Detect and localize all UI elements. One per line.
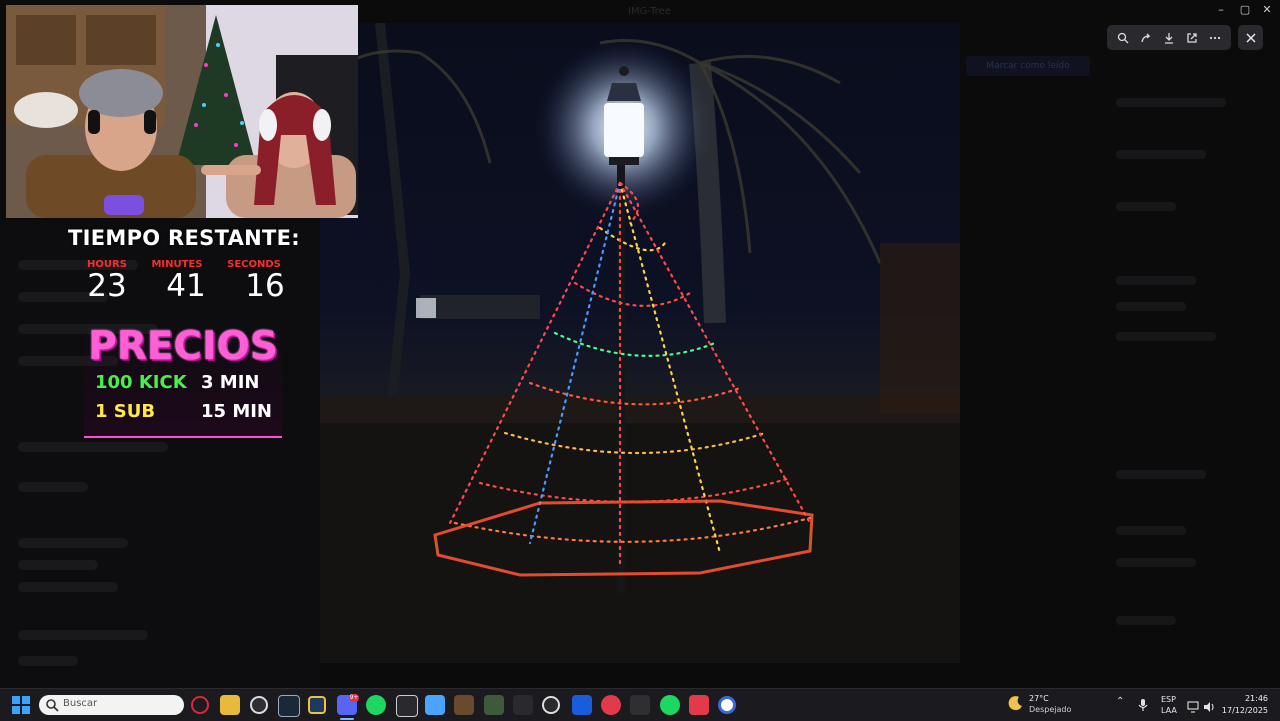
zoom-icon[interactable] — [1114, 29, 1132, 47]
steam-icon[interactable] — [278, 695, 300, 717]
language-indicator[interactable]: ESP — [1161, 695, 1176, 704]
ghub-icon[interactable] — [542, 696, 560, 714]
minimize-button[interactable]: – — [1208, 2, 1234, 18]
file-explorer-icon[interactable] — [220, 695, 240, 715]
weather-description[interactable]: Despejado — [1029, 705, 1071, 714]
seconds-value: 16 — [245, 268, 285, 304]
windows-start-icon[interactable] — [12, 696, 30, 714]
download-icon[interactable] — [1160, 29, 1178, 47]
close-icon — [1246, 33, 1255, 42]
share-icon[interactable] — [1137, 29, 1155, 47]
news-app-icon[interactable] — [689, 695, 709, 715]
clock-time[interactable]: 21:46 — [1230, 694, 1268, 703]
webcam-feed — [6, 5, 358, 218]
weather-temperature[interactable]: 27°C — [1029, 694, 1049, 703]
moon-weather-icon — [1008, 695, 1024, 711]
taskbar: Buscar — [0, 688, 1280, 721]
background-window-title: IMG-Tree — [628, 6, 671, 17]
price-kick-amount: 100 KICK — [95, 372, 187, 393]
opera-icon[interactable] — [191, 696, 209, 714]
image-viewer-toolbar — [1107, 25, 1231, 50]
notepad-icon[interactable] — [425, 695, 445, 715]
bitwarden-icon[interactable] — [572, 695, 592, 715]
window-close-button[interactable]: ✕ — [1254, 2, 1280, 18]
keyboard-layout-indicator[interactable]: LAA — [1161, 706, 1177, 715]
search-placeholder: Buscar — [63, 698, 98, 709]
volume-icon[interactable] — [1203, 698, 1217, 712]
spotify-2-icon[interactable] — [660, 695, 680, 715]
hours-value: 23 — [87, 268, 127, 304]
open-external-icon[interactable] — [1183, 29, 1201, 47]
prices-panel: PRECIOS 100 KICK 3 MIN 1 SUB 15 MIN — [84, 318, 282, 438]
christmas-tree-photo — [320, 23, 960, 663]
blue-app-icon[interactable] — [718, 696, 736, 714]
background-member-list — [1100, 80, 1280, 688]
game-b-icon[interactable] — [484, 695, 504, 715]
network-icon[interactable] — [1187, 698, 1201, 713]
taskbar-search-input[interactable]: Buscar — [39, 695, 184, 715]
chevron-up-icon[interactable]: ⌃ — [1116, 696, 1124, 707]
photo-drawing — [320, 23, 960, 663]
price-sub-time: 15 MIN — [201, 401, 272, 422]
bm-app-icon[interactable] — [396, 695, 418, 717]
microphone-icon[interactable] — [1137, 697, 1149, 711]
chrome-icon[interactable] — [250, 696, 268, 714]
mark-as-read-button[interactable]: Marcar como leído — [966, 56, 1090, 76]
car-app-icon[interactable] — [513, 695, 533, 715]
viewer-close-button[interactable] — [1238, 25, 1263, 50]
price-kick-time: 3 MIN — [201, 372, 260, 393]
more-icon[interactable] — [1206, 29, 1224, 47]
discord-notification-badge: 9+ — [349, 694, 359, 702]
search-icon — [46, 699, 59, 712]
price-sub-amount: 1 SUB — [95, 401, 156, 422]
timer-title: TIEMPO RESTANTE: — [68, 226, 300, 250]
minutes-value: 41 — [166, 268, 206, 304]
spotify-icon[interactable] — [366, 695, 386, 715]
red-app-icon[interactable] — [601, 695, 621, 715]
shield-icon[interactable] — [308, 696, 326, 714]
clock-date[interactable]: 17/12/2025 — [1218, 706, 1268, 715]
game-a-icon[interactable] — [454, 695, 474, 715]
prices-title: PRECIOS — [88, 324, 278, 369]
obs-icon[interactable] — [630, 695, 650, 715]
